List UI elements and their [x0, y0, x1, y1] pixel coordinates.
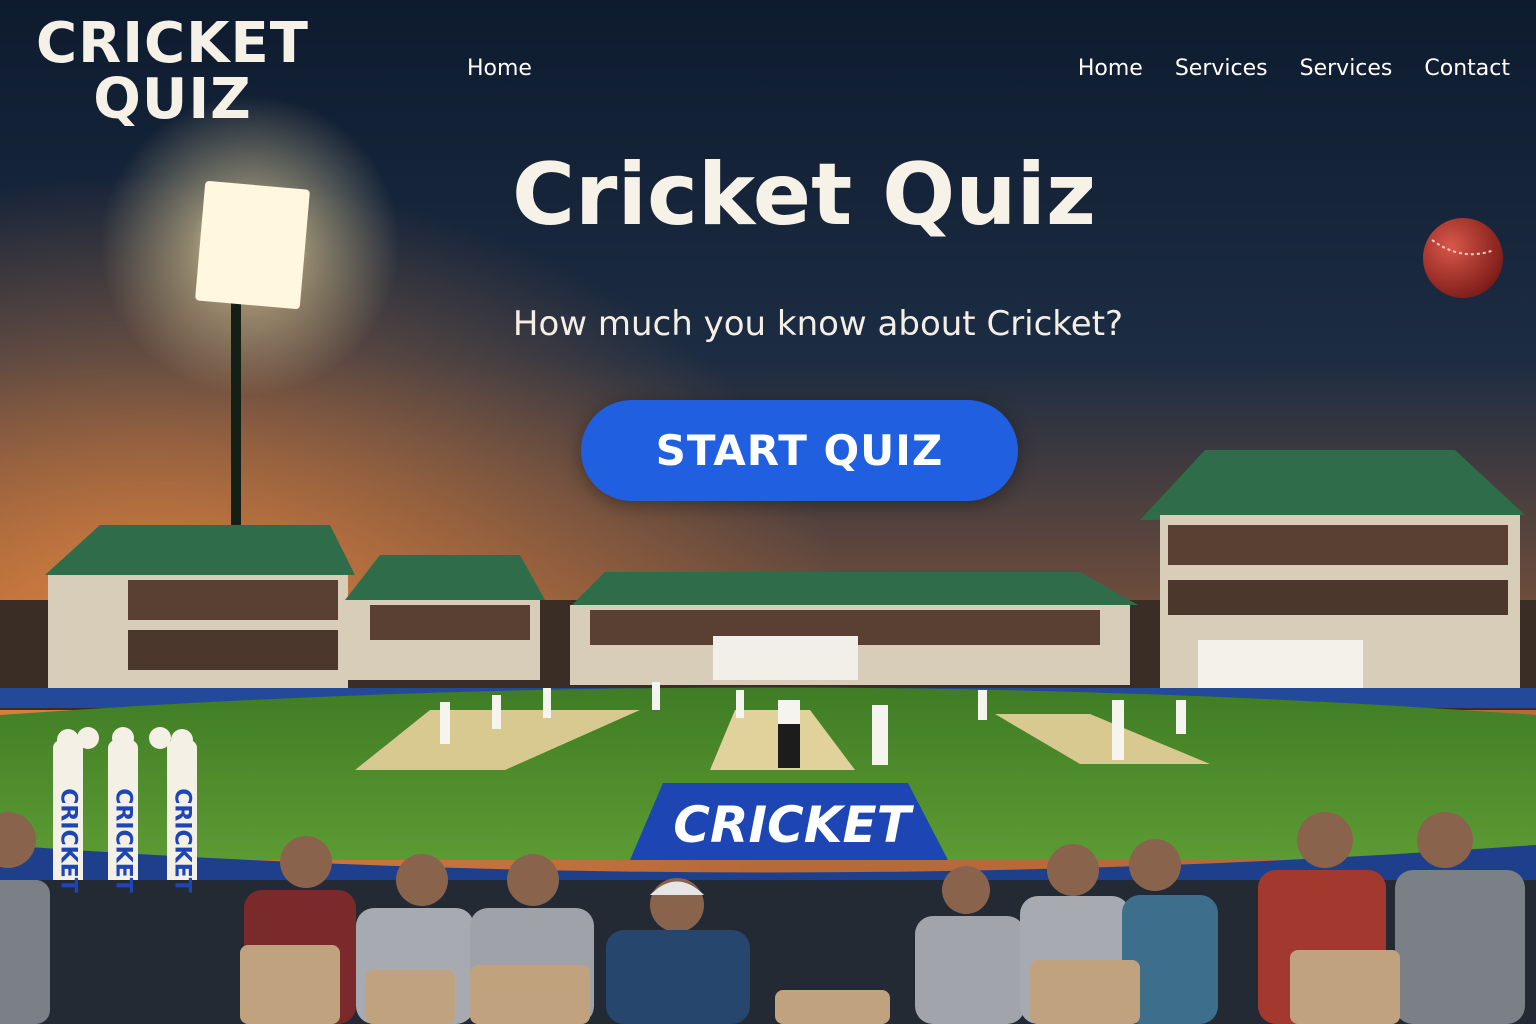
nav-right: Home Services Services Contact: [1078, 55, 1510, 83]
stump-label-right: CRICKET: [169, 788, 195, 893]
cricket-sign-label: CRICKET: [673, 796, 911, 854]
pavilion-left: [45, 525, 355, 695]
logo-line-1: CRICKET: [36, 11, 309, 76]
nav-left: Home: [467, 55, 532, 83]
nav-services-2[interactable]: Services: [1300, 55, 1393, 83]
start-quiz-button[interactable]: START QUIZ: [581, 400, 1018, 501]
stump-label-middle: CRICKET: [110, 788, 136, 893]
pavilion-mid-left: [345, 555, 545, 680]
stump-label-left: CRICKET: [55, 788, 81, 893]
nav-services-1[interactable]: Services: [1175, 55, 1268, 83]
hero-title: Cricket Quiz: [511, 145, 1097, 245]
nav-contact[interactable]: Contact: [1424, 55, 1510, 83]
logo-line-2: QUIZ: [93, 67, 252, 132]
pavilion-right: [1140, 450, 1525, 690]
nav-home-left[interactable]: Home: [467, 56, 532, 81]
nav-home[interactable]: Home: [1078, 55, 1143, 83]
site-logo[interactable]: CRICKET QUIZ: [36, 16, 309, 128]
pavilion-center: [570, 572, 1138, 685]
hero-subtitle: How much you know about Cricket?: [512, 304, 1124, 344]
